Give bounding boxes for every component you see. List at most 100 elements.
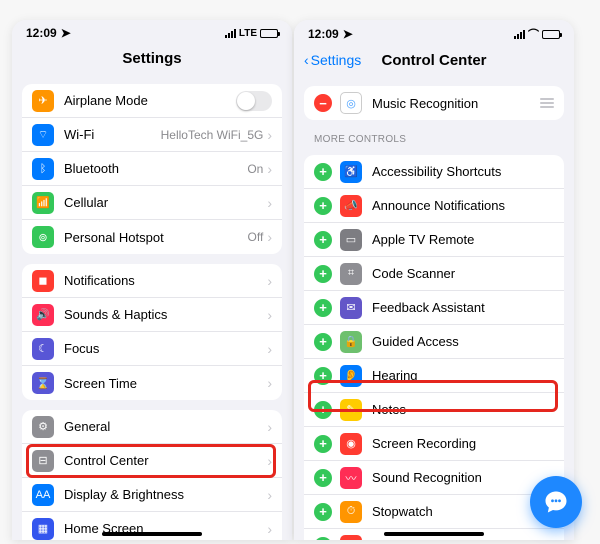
settings-row[interactable]: ⊟ Control Center› (22, 444, 282, 478)
included-controls: −◎Music Recognition (304, 86, 564, 120)
codescanner-icon: ⌗ (340, 263, 362, 285)
notes-icon: ✎ (340, 399, 362, 421)
add-button[interactable]: + (314, 503, 332, 521)
row-value: Off (248, 230, 264, 244)
accessibility-shortcut-icon: ♿ (340, 161, 362, 183)
status-bar: 12:09 ➤ LTE (12, 20, 292, 42)
row-label: Focus (64, 341, 267, 356)
chat-bubble-button[interactable] (530, 476, 582, 528)
phone-settings: 12:09 ➤ LTE Settings ✈ Airplane Mode ⌔Wi-F… (12, 20, 292, 540)
add-button[interactable]: + (314, 265, 332, 283)
row-label: Sound Recognition (372, 470, 554, 485)
nav-bar-settings: Settings (12, 42, 292, 74)
more-controls: +♿Accessibility Shortcuts+📣Announce Noti… (304, 155, 564, 540)
settings-row[interactable]: ⌛Screen Time› (22, 366, 282, 400)
settings-row[interactable]: ⌔Wi-FiHelloTech WiFi_5G› (22, 118, 282, 152)
appletv-icon: ▭ (340, 229, 362, 251)
controlcenter-icon: ⊟ (32, 450, 54, 472)
settings-row[interactable]: ☾Focus› (22, 332, 282, 366)
location-icon: ➤ (61, 26, 71, 40)
battery-icon (542, 30, 560, 39)
remove-button[interactable]: − (314, 94, 332, 112)
add-button[interactable]: + (314, 537, 332, 541)
add-button[interactable]: + (314, 435, 332, 453)
settings-row[interactable]: 📶Cellular› (22, 186, 282, 220)
control-row[interactable]: +〰Sound Recognition (304, 461, 564, 495)
add-button[interactable]: + (314, 163, 332, 181)
row-label: Apple TV Remote (372, 232, 554, 247)
back-label: Settings (311, 52, 362, 68)
chevron-right-icon: › (267, 341, 272, 357)
row-value: On (247, 162, 263, 176)
signal-icon (225, 29, 236, 38)
settings-row[interactable]: ⊚ Personal HotspotOff› (22, 220, 282, 254)
row-label: Bluetooth (64, 161, 247, 176)
hearing-icon: 👂 (340, 365, 362, 387)
control-row[interactable]: +📣Announce Notifications (304, 189, 564, 223)
row-label: Control Center (64, 453, 267, 468)
settings-row[interactable]: 🔊Sounds & Haptics› (22, 298, 282, 332)
row-label: Accessibility Shortcuts (372, 164, 554, 179)
chevron-right-icon: › (267, 453, 272, 469)
wifi-icon: ⌔ (32, 124, 54, 146)
add-button[interactable]: + (314, 333, 332, 351)
page-title: Control Center (382, 52, 487, 69)
add-button[interactable]: + (314, 469, 332, 487)
more-controls-header: MORE CONTROLS (314, 134, 554, 145)
row-label: Voice Memos (372, 538, 554, 540)
add-button[interactable]: + (314, 231, 332, 249)
page-title: Settings (122, 50, 181, 67)
status-bar: 12:09 ➤ ⌒ (294, 20, 574, 44)
add-button[interactable]: + (314, 367, 332, 385)
display-icon: AA (32, 484, 54, 506)
home-indicator[interactable] (384, 532, 484, 536)
drag-handle-icon[interactable] (540, 98, 554, 108)
chevron-right-icon: › (267, 419, 272, 435)
hotspot-icon: ⊚ (32, 226, 54, 248)
control-row[interactable]: +🔒Guided Access (304, 325, 564, 359)
music-rec-icon: ◎ (340, 92, 362, 114)
control-row[interactable]: +✉Feedback Assistant (304, 291, 564, 325)
settings-row[interactable]: ᛒBluetoothOn› (22, 152, 282, 186)
control-row[interactable]: +◉Screen Recording (304, 427, 564, 461)
settings-row[interactable]: ◼Notifications› (22, 264, 282, 298)
notifications-icon: ◼ (32, 270, 54, 292)
control-row[interactable]: + ▭ Apple TV Remote (304, 223, 564, 257)
location-icon: ➤ (343, 27, 353, 41)
screenrec-icon: ◉ (340, 433, 362, 455)
settings-group-notifications: ◼Notifications›🔊Sounds & Haptics›☾Focus›… (22, 264, 282, 400)
settings-group-general: ⚙General›⊟Control Center›AADisplay & Bri… (22, 410, 282, 540)
toggle[interactable] (236, 91, 272, 111)
control-row[interactable]: +⏱Stopwatch (304, 495, 564, 529)
row-label: Display & Brightness (64, 487, 267, 502)
back-button[interactable]: ‹ Settings (304, 52, 361, 68)
airplane-icon: ✈ (32, 90, 54, 112)
phone-control-center: 12:09 ➤ ⌒ ‹ Settings Control Center −◎Mu… (294, 20, 574, 540)
chevron-right-icon: › (267, 307, 272, 323)
add-button[interactable]: + (314, 197, 332, 215)
wifi-icon: ⌒ (528, 26, 539, 42)
battery-icon (260, 29, 278, 38)
chevron-right-icon: › (267, 273, 272, 289)
chevron-right-icon: › (267, 487, 272, 503)
settings-row[interactable]: ✈ Airplane Mode (22, 84, 282, 118)
row-label: Airplane Mode (64, 93, 236, 108)
settings-row[interactable]: ⚙General› (22, 410, 282, 444)
announce-icon: 📣 (340, 195, 362, 217)
row-label: General (64, 419, 267, 434)
add-button[interactable]: + (314, 299, 332, 317)
control-row[interactable]: −◎Music Recognition (304, 86, 564, 120)
control-row[interactable]: + 👂 Hearing (304, 359, 564, 393)
chevron-right-icon: › (267, 521, 272, 537)
control-row[interactable]: +✎Notes (304, 393, 564, 427)
chevron-right-icon: › (267, 127, 272, 143)
home-indicator[interactable] (102, 532, 202, 536)
chevron-right-icon: › (267, 229, 272, 245)
row-value: HelloTech WiFi_5G (161, 128, 264, 142)
settings-row[interactable]: AA Display & Brightness› (22, 478, 282, 512)
row-label: Personal Hotspot (64, 230, 248, 245)
row-label: Hearing (372, 368, 554, 383)
control-row[interactable]: + ♿ Accessibility Shortcuts (304, 155, 564, 189)
add-button[interactable]: + (314, 401, 332, 419)
control-row[interactable]: +⌗Code Scanner (304, 257, 564, 291)
